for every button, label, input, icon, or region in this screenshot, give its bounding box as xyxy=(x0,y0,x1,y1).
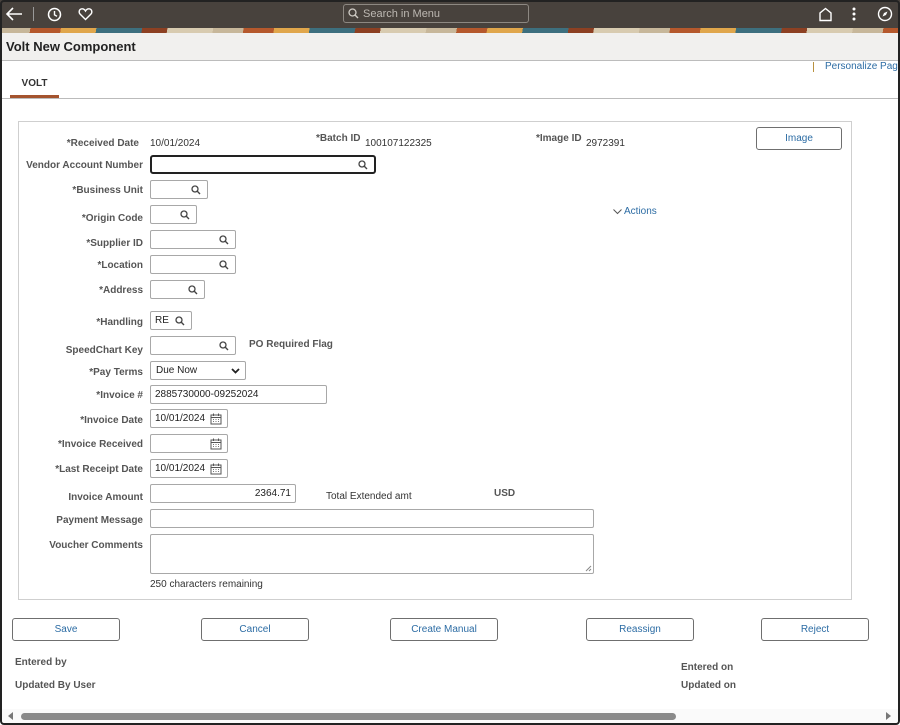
image-id-label: *Image ID xyxy=(536,133,582,144)
location-input[interactable] xyxy=(150,255,236,274)
invoice-received-input[interactable] xyxy=(150,434,228,453)
invoice-date-input[interactable]: 10/01/2024 xyxy=(150,409,228,428)
search-placeholder: Search in Menu xyxy=(363,7,441,20)
calendar-icon[interactable] xyxy=(209,412,223,426)
lookup-search-icon[interactable] xyxy=(186,283,200,297)
cancel-button[interactable]: Cancel xyxy=(201,618,309,641)
last-receipt-date-input[interactable]: 10/01/2024 xyxy=(150,459,228,478)
image-id-value: 2972391 xyxy=(586,138,625,149)
search-icon xyxy=(348,8,359,19)
image-button[interactable]: Image xyxy=(756,127,842,150)
resize-handle-icon[interactable] xyxy=(585,565,592,572)
batch-id-label: *Batch ID xyxy=(316,133,361,144)
currency-code: USD xyxy=(494,488,516,499)
favorites-heart-icon[interactable] xyxy=(75,4,95,24)
vendor-account-number-label: Vendor Account Number xyxy=(26,160,143,171)
chevron-down-icon xyxy=(613,208,622,214)
home-icon[interactable] xyxy=(815,4,835,24)
scroll-right-arrow-icon[interactable] xyxy=(886,712,891,720)
lookup-search-icon[interactable] xyxy=(178,208,192,222)
save-button[interactable]: Save xyxy=(12,618,120,641)
lookup-search-icon[interactable] xyxy=(217,339,231,353)
reassign-button[interactable]: Reassign xyxy=(586,618,694,641)
invoice-date-label: *Invoice Date xyxy=(80,415,143,426)
origin-code-label: *Origin Code xyxy=(81,213,143,224)
divider xyxy=(813,62,814,72)
lookup-search-icon[interactable] xyxy=(356,158,370,172)
received-date-label: *Received Date xyxy=(66,138,139,149)
invoice-number-input[interactable]: 2885730000-09252024 xyxy=(150,385,327,404)
updated-by-user-label: Updated By User xyxy=(15,680,96,691)
tab-volt[interactable]: VOLT xyxy=(10,74,59,98)
personalize-page-link[interactable]: Personalize Page xyxy=(825,61,900,72)
calendar-icon[interactable] xyxy=(209,462,223,476)
menu-search-input[interactable]: Search in Menu xyxy=(343,4,529,23)
chevron-down-icon xyxy=(231,367,240,374)
total-extended-amt-label: Total Extended amt xyxy=(326,491,412,502)
address-input[interactable] xyxy=(150,280,205,299)
create-manual-button[interactable]: Create Manual xyxy=(390,618,498,641)
speedchart-key-label: SpeedChart Key xyxy=(65,345,143,356)
batch-id-value: 100107122325 xyxy=(365,138,432,149)
reject-button[interactable]: Reject xyxy=(761,618,869,641)
origin-code-input[interactable] xyxy=(150,205,197,224)
vendor-account-number-input[interactable] xyxy=(150,155,376,174)
invoice-amount-label: Invoice Amount xyxy=(68,492,143,503)
lookup-search-icon[interactable] xyxy=(217,233,231,247)
voucher-comments-textarea[interactable] xyxy=(150,534,594,574)
page-title: Volt New Component xyxy=(6,39,136,54)
scroll-left-arrow-icon[interactable] xyxy=(8,712,13,720)
back-arrow-icon[interactable] xyxy=(4,4,24,24)
last-receipt-date-label: *Last Receipt Date xyxy=(55,464,143,475)
history-icon[interactable] xyxy=(44,4,64,24)
location-label: *Location xyxy=(97,260,143,271)
payment-message-input[interactable] xyxy=(150,509,594,528)
received-date-value: 10/01/2024 xyxy=(150,138,201,149)
entered-on-label: Entered on xyxy=(681,662,734,673)
handling-input[interactable]: RE xyxy=(150,311,192,330)
pay-terms-select[interactable]: Due Now xyxy=(150,361,246,380)
handling-label: *Handling xyxy=(96,317,143,328)
po-required-flag-label: PO Required Flag xyxy=(249,339,333,350)
invoice-received-label: *Invoice Received xyxy=(57,439,143,450)
form-panel xyxy=(18,121,852,600)
entered-by-label: Entered by xyxy=(15,657,67,668)
top-navigation-bar: Search in Menu xyxy=(0,0,900,28)
updated-on-label: Updated on xyxy=(681,680,736,691)
tab-bar: VOLT xyxy=(0,78,900,99)
characters-remaining: 250 characters remaining xyxy=(150,579,263,590)
actions-label: Actions xyxy=(624,206,657,217)
lookup-search-icon[interactable] xyxy=(189,183,203,197)
calendar-icon[interactable] xyxy=(209,437,223,451)
invoice-number-label: *Invoice # xyxy=(96,390,143,401)
horizontal-scrollbar[interactable] xyxy=(2,709,898,723)
navigator-compass-icon[interactable] xyxy=(875,4,895,24)
supplier-id-input[interactable] xyxy=(150,230,236,249)
invoice-amount-input[interactable]: 2364.71 xyxy=(150,484,296,503)
lookup-search-icon[interactable] xyxy=(217,258,231,272)
lookup-search-icon[interactable] xyxy=(173,314,187,328)
business-unit-input[interactable] xyxy=(150,180,208,199)
payment-message-label: Payment Message xyxy=(56,515,143,526)
business-unit-label: *Business Unit xyxy=(72,185,143,196)
actions-link[interactable]: Actions xyxy=(613,206,657,217)
supplier-id-label: *Supplier ID xyxy=(86,238,143,249)
more-menu-icon[interactable] xyxy=(844,4,864,24)
divider xyxy=(33,7,34,21)
speedchart-key-input[interactable] xyxy=(150,336,236,355)
voucher-comments-label: Voucher Comments xyxy=(49,540,143,551)
pay-terms-label: *Pay Terms xyxy=(89,367,143,378)
scrollbar-thumb[interactable] xyxy=(21,713,676,720)
page-title-bar: Volt New Component xyxy=(0,33,900,61)
address-label: *Address xyxy=(99,285,143,296)
